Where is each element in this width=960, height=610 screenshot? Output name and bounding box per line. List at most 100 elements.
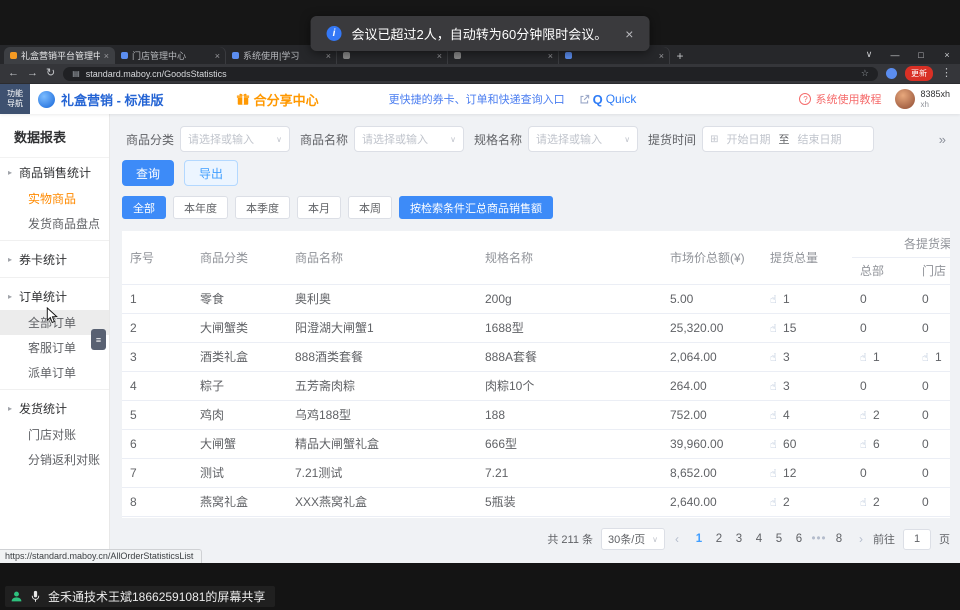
- pickup-count-link[interactable]: ☝ 6: [860, 437, 880, 451]
- filter-select-0[interactable]: 请选择或输入∨: [180, 126, 290, 152]
- quick-filter-5[interactable]: 按检索条件汇总商品销售额: [399, 196, 553, 219]
- pickup-count-link[interactable]: ☝ 4: [770, 408, 790, 422]
- chevron-down-icon: ∨: [450, 135, 456, 144]
- browser-tab-0[interactable]: 礼盒营销平台管理中心 ×: [4, 47, 115, 64]
- goto-page-input[interactable]: [903, 529, 931, 550]
- tab-close-icon[interactable]: ×: [548, 51, 553, 61]
- pickup-count-link[interactable]: ☝ 2: [770, 495, 790, 509]
- quick-link[interactable]: Q Quick: [579, 92, 637, 107]
- sidebar-item-label: 订单统计: [19, 288, 67, 305]
- close-window-button[interactable]: ×: [934, 50, 960, 60]
- new-tab-button[interactable]: +: [670, 47, 690, 64]
- sidebar-item-2[interactable]: 发货商品盘点: [0, 211, 109, 236]
- column-header-5: 提货总量: [762, 231, 852, 284]
- sidebar-item-7[interactable]: 派单订单: [0, 360, 109, 385]
- cell-market-total: 25,320.00: [662, 313, 762, 342]
- cell-hq: ☝ 6: [852, 429, 914, 458]
- sidebar-item-4[interactable]: ▸订单统计: [0, 282, 109, 310]
- pickup-count-link[interactable]: ☝ 2: [860, 495, 880, 509]
- table-row: 6大闸蟹精品大闸蟹礼盒666型39,960.00☝ 60☝ 60: [122, 429, 950, 458]
- quick-filter-2[interactable]: 本季度: [235, 196, 290, 219]
- sidebar-item-label: 发货商品盘点: [28, 215, 100, 232]
- tab-search-icon[interactable]: ∨: [856, 49, 882, 60]
- page-number-3[interactable]: 3: [729, 533, 749, 545]
- pickup-count-link[interactable]: ☝ 15: [770, 321, 796, 335]
- browser-profile-avatar[interactable]: [886, 68, 897, 79]
- pickup-count-link[interactable]: ☝ 3: [770, 350, 790, 364]
- browser-update-button[interactable]: 更新: [905, 66, 933, 81]
- brand-title: 礼盒营销 - 标准版: [61, 90, 164, 109]
- date-range-picker[interactable]: ⊞开始日期至结束日期: [702, 126, 874, 152]
- search-button[interactable]: 查询: [122, 160, 174, 186]
- cell-index: 7: [122, 458, 192, 487]
- sidebar-item-0[interactable]: ▸商品销售统计: [0, 158, 109, 186]
- forward-icon[interactable]: →: [27, 68, 38, 79]
- select-placeholder: 请选择或输入: [362, 131, 428, 147]
- tab-close-icon[interactable]: ×: [104, 51, 109, 61]
- tab-close-icon[interactable]: ×: [659, 51, 664, 61]
- reload-icon[interactable]: ↻: [46, 68, 55, 79]
- page-number-4[interactable]: 4: [749, 533, 769, 545]
- expand-filters-icon[interactable]: »: [939, 132, 946, 147]
- table-row: 7测试7.21测试7.218,652.00☝ 1200: [122, 458, 950, 487]
- next-page-icon[interactable]: ›: [857, 532, 865, 546]
- cell-hq: 0: [852, 313, 914, 342]
- page-number-8[interactable]: 8: [829, 533, 849, 545]
- function-nav-toggle[interactable]: 功能 导航: [0, 84, 30, 114]
- cell-category: 酒类礼盒: [192, 342, 287, 371]
- table-header: 序号商品分类商品名称规格名称市场价总额(¥)提货总量各提货渠道总部门店: [122, 231, 950, 284]
- sidebar-item-label: 实物商品: [28, 190, 76, 207]
- toast-message: 会议已超过2人，自动转为60分钟限时会议。: [352, 24, 608, 43]
- quick-filter-4[interactable]: 本周: [348, 196, 392, 219]
- more-pages-icon[interactable]: •••: [809, 533, 829, 545]
- export-button[interactable]: 导出: [184, 160, 238, 186]
- address-bar[interactable]: ▤ standard.maboy.cn/GoodsStatistics ☆: [63, 67, 878, 81]
- pickup-count-link[interactable]: ☝ 1: [860, 350, 880, 364]
- page-number-1[interactable]: 1: [689, 533, 709, 545]
- page-number-5[interactable]: 5: [769, 533, 789, 545]
- gift-icon: [236, 92, 250, 106]
- tab-close-icon[interactable]: ×: [326, 51, 331, 61]
- maximize-button[interactable]: □: [908, 50, 934, 60]
- pickup-count-link[interactable]: ☝ 60: [770, 437, 796, 451]
- page-number-2[interactable]: 2: [709, 533, 729, 545]
- prev-page-icon[interactable]: ‹: [673, 532, 681, 546]
- tab-favicon-icon: [454, 52, 461, 59]
- tab-close-icon[interactable]: ×: [215, 51, 220, 61]
- pickup-count-link[interactable]: ☝ 1: [922, 350, 942, 364]
- browser-tab-1[interactable]: 门店管理中心×: [115, 47, 226, 64]
- date-separator: 至: [778, 131, 789, 147]
- sidebar-collapse-handle[interactable]: ≡: [91, 329, 106, 350]
- sidebar-item-9[interactable]: 门店对账: [0, 422, 109, 447]
- url-text: standard.maboy.cn/GoodsStatistics: [86, 69, 855, 79]
- tab-title: 礼盒营销平台管理中心: [21, 49, 100, 62]
- action-buttons: 查询 导出: [122, 160, 960, 186]
- sidebar-item-10[interactable]: 分销返利对账: [0, 447, 109, 472]
- bookmark-star-icon[interactable]: ☆: [861, 68, 869, 79]
- minimize-button[interactable]: —: [882, 50, 908, 60]
- browser-menu-icon[interactable]: ⋮: [941, 68, 952, 79]
- pickup-count-link[interactable]: ☝ 12: [770, 466, 796, 480]
- back-icon[interactable]: ←: [8, 68, 19, 79]
- cell-spec: 5瓶装: [477, 487, 662, 516]
- filter-select-2[interactable]: 请选择或输入∨: [528, 126, 638, 152]
- page-number-6[interactable]: 6: [789, 533, 809, 545]
- quick-filter-0[interactable]: 全部: [122, 196, 166, 219]
- sidebar-item-8[interactable]: ▸发货统计: [0, 394, 109, 422]
- toast-close-icon[interactable]: ×: [625, 26, 633, 42]
- quick-filter-1[interactable]: 本年度: [173, 196, 228, 219]
- page-size-select[interactable]: 30条/页 ∨: [601, 528, 665, 550]
- quick-filter-3[interactable]: 本月: [297, 196, 341, 219]
- cell-market-total: 2,064.00: [662, 342, 762, 371]
- screen-share-text: 金禾通技术王斌18662591081的屏幕共享: [48, 588, 265, 605]
- share-center-link[interactable]: 合分享中心: [236, 90, 319, 109]
- sidebar-item-1[interactable]: 实物商品: [0, 186, 109, 211]
- pickup-count-link[interactable]: ☝ 3: [770, 379, 790, 393]
- sidebar-item-3[interactable]: ▸券卡统计: [0, 245, 109, 273]
- tutorial-link[interactable]: ? 系统使用教程: [799, 91, 881, 107]
- tab-close-icon[interactable]: ×: [437, 51, 442, 61]
- pickup-count-link[interactable]: ☝ 1: [770, 292, 790, 306]
- filter-select-1[interactable]: 请选择或输入 ∨: [354, 126, 464, 152]
- user-info[interactable]: 8385xh xh: [895, 89, 950, 109]
- pickup-count-link[interactable]: ☝ 2: [860, 408, 880, 422]
